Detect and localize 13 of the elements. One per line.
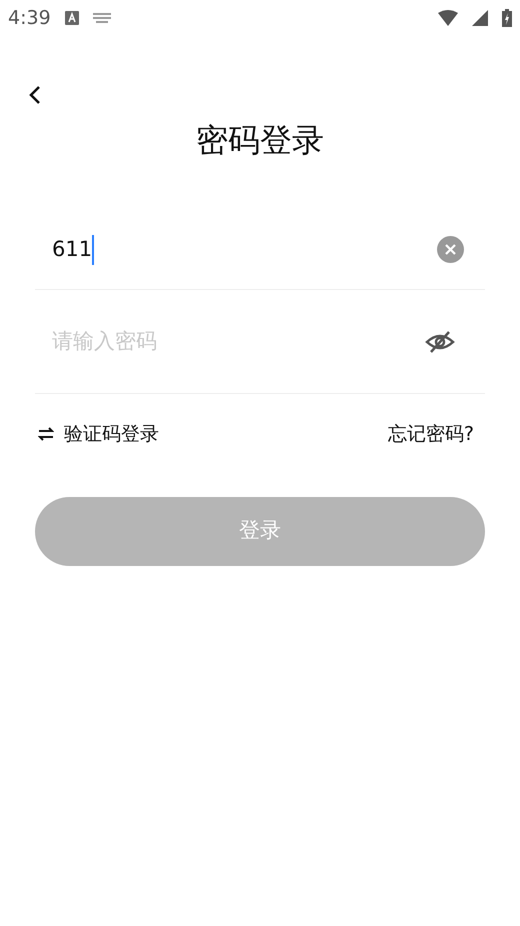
clear-icon[interactable] xyxy=(437,236,464,263)
forgot-password-link[interactable]: 忘记密码? xyxy=(388,420,474,448)
status-time: 4:39 xyxy=(8,6,51,31)
phone-field[interactable]: 611 xyxy=(35,234,437,266)
swap-icon xyxy=(38,427,54,442)
code-login-link[interactable]: 验证码登录 xyxy=(38,420,159,448)
keyboard-icon xyxy=(92,13,111,23)
battery-icon xyxy=(502,9,512,27)
page-title: 密码登录 xyxy=(196,120,324,161)
wifi-icon xyxy=(438,10,458,26)
keyboard-a-icon xyxy=(64,11,79,25)
eye-slash-icon[interactable] xyxy=(425,330,455,354)
signal-icon xyxy=(472,10,488,26)
